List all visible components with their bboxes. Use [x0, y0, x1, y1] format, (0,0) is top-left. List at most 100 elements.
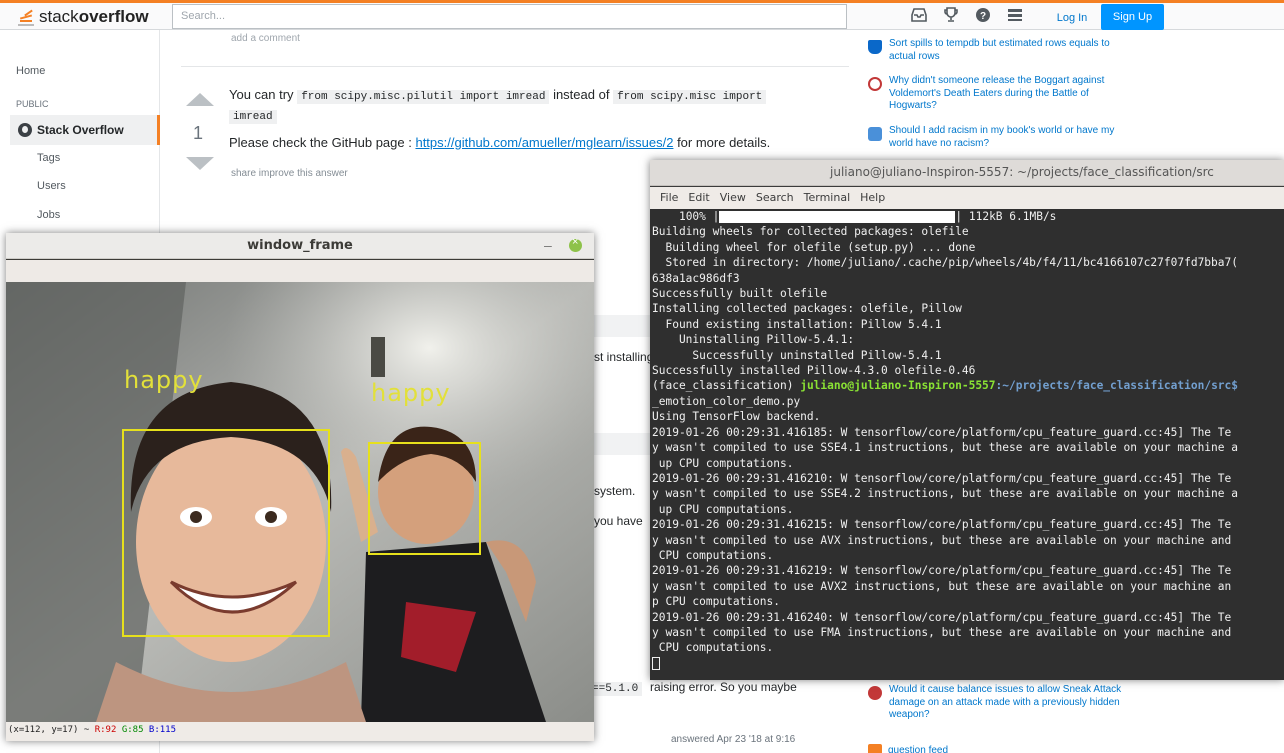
upvote-button[interactable] [186, 93, 214, 106]
face-bounding-box [122, 429, 330, 637]
achievements-icon[interactable] [942, 6, 960, 24]
menu-help[interactable]: Help [860, 191, 885, 205]
divider [181, 66, 849, 67]
question-feed-label: question feed [888, 744, 949, 753]
terminal-line: Stored in directory: /home/juliano/.cach… [652, 256, 1238, 270]
terminal-window[interactable]: juliano@juliano-Inspiron-5557: ~/project… [650, 160, 1284, 680]
window-frame[interactable]: window_frame – × happy happy (x=112, y=1… [6, 233, 594, 741]
terminal-line: Building wheels for collected packages: … [652, 225, 969, 239]
inbox-icon[interactable] [910, 6, 928, 24]
terminal-line: y wasn't compiled to use AVX instruction… [652, 533, 1232, 547]
add-comment-link[interactable]: add a comment [231, 33, 300, 44]
nav-home[interactable]: Home [16, 65, 45, 77]
terminal-output[interactable]: 100% | | 112kB 6.1MB/s Building wheels fo… [650, 209, 1284, 680]
terminal-line: 2019-01-26 00:29:31.416185: W tensorflow… [652, 425, 1232, 439]
pixel-blue: B:115 [148, 725, 177, 735]
search-input[interactable]: Search... [172, 4, 847, 29]
nav-users[interactable]: Users [37, 180, 66, 192]
terminal-line: y wasn't compiled to use AVX2 instructio… [652, 579, 1232, 593]
share-link[interactable]: share [231, 168, 256, 179]
menu-file[interactable]: File [660, 191, 678, 205]
terminal-line: CPU computations. [652, 548, 774, 562]
hot-question[interactable]: Would it cause balance issues to allow S… [868, 684, 1148, 722]
nav-jobs[interactable]: Jobs [37, 209, 60, 221]
terminal-line: Uninstalling Pillow-5.4.1: [652, 333, 855, 347]
prompt-line: (face_classification) juliano@juliano-In… [652, 378, 1284, 393]
emotion-label: happy [124, 366, 204, 394]
menu-view[interactable]: View [720, 191, 746, 205]
terminal-line: Found existing installation: Pillow 5.4.… [652, 317, 942, 331]
rpg-site-icon [868, 686, 882, 700]
minimize-button[interactable]: – [544, 237, 552, 253]
pixel-green: G:85 [121, 725, 144, 735]
terminal-line: 2019-01-26 00:29:31.416219: W tensorflow… [652, 564, 1232, 578]
window-frame-toolbar [6, 260, 594, 282]
prompt-path: :~/projects/face_classification/src$ [995, 379, 1239, 393]
progress-suffix: | 112kB 6.1MB/s [955, 210, 1057, 223]
partial-text: st installing [594, 350, 654, 364]
rss-icon [868, 744, 882, 753]
signup-button[interactable]: Sign Up [1101, 4, 1164, 30]
hot-question-title: Would it cause balance issues to allow S… [889, 684, 1122, 720]
terminal-line: 2019-01-26 00:29:31.416240: W tensorflow… [652, 610, 1232, 624]
terminal-menubar: File Edit View Search Terminal Help [650, 187, 1284, 209]
globe-icon [18, 123, 32, 137]
terminal-line: 638a1ac986df3 [652, 271, 740, 285]
downvote-button[interactable] [186, 157, 214, 170]
terminal-line: Successfully uninstalled Pillow-5.4.1 [652, 348, 942, 362]
partial-text: you have [594, 514, 643, 528]
svg-text:?: ? [980, 11, 986, 22]
hot-question[interactable]: Why didn't someone release the Boggart a… [868, 75, 1148, 113]
github-link[interactable]: https://github.com/amueller/mglearn/issu… [415, 135, 673, 150]
terminal-line: Installing collected packages: olefile, … [652, 302, 962, 316]
nav-stack-overflow-label: Stack Overflow [37, 123, 124, 137]
prompt-user: juliano@juliano-Inspiron-5557 [800, 379, 996, 393]
cursor-line [652, 656, 1284, 671]
pixel-coordinates: (x=112, y=17) ~ [8, 725, 90, 735]
post-menu: share improve this answer [231, 168, 348, 179]
terminal-line: 2019-01-26 00:29:31.416210: W tensorflow… [652, 471, 1232, 485]
answer-text-prefix: You can try [229, 87, 294, 102]
inline-code: from scipy.misc import [613, 90, 767, 104]
terminal-line: y wasn't compiled to use SSE4.2 instruct… [652, 487, 1238, 501]
terminal-line: up CPU computations. [652, 456, 794, 470]
progress-percent: 100% [678, 210, 706, 223]
improve-answer-link[interactable]: improve this answer [259, 168, 348, 179]
terminal-titlebar[interactable]: juliano@juliano-Inspiron-5557: ~/project… [650, 160, 1284, 186]
prompt-env: (face_classification) [652, 379, 794, 393]
answer-text-2: Please check the GitHub page : https://g… [229, 135, 770, 150]
stackoverflow-logo[interactable]: stackoverflow [16, 4, 149, 30]
terminal-line: up CPU computations. [652, 502, 794, 516]
terminal-line: y wasn't compiled to use SSE4.1 instruct… [652, 441, 1238, 455]
review-queue-icon[interactable] [1006, 6, 1024, 24]
terminal-line: Building wheel for olefile (setup.py) ..… [652, 240, 976, 254]
menu-edit[interactable]: Edit [688, 191, 709, 205]
terminal-line: Successfully built olefile [652, 287, 828, 301]
terminal-line: 2019-01-26 00:29:31.416215: W tensorflow… [652, 518, 1232, 532]
scifi-site-icon [868, 77, 882, 91]
menu-terminal[interactable]: Terminal [804, 191, 851, 205]
question-feed-link[interactable]: question feed [868, 744, 948, 753]
hot-question[interactable]: Should I add racism in my book's world o… [868, 125, 1148, 150]
logo-text-light: stack [39, 7, 79, 26]
login-link[interactable]: Log In [1048, 7, 1096, 29]
terminal-cursor [652, 657, 660, 671]
menu-search[interactable]: Search [756, 191, 794, 205]
face-bounding-box [368, 442, 481, 555]
hot-question[interactable]: Sort spills to tempdb but estimated rows… [868, 38, 1148, 63]
terminal-lines: Building wheels for collected packages: … [652, 224, 1284, 378]
nav-stack-overflow[interactable]: Stack Overflow [10, 115, 160, 145]
answer-text: You can try from scipy.misc.pilutil impo… [229, 86, 849, 126]
partial-text: system. [594, 484, 636, 498]
terminal-line: CPU computations. [652, 641, 774, 655]
terminal-line: Using TensorFlow backend. [652, 410, 821, 424]
worldbuilding-site-icon [868, 127, 882, 141]
top-bar: stackoverflow Search... ? Log In Sign Up [0, 0, 1284, 30]
window-frame-titlebar[interactable]: window_frame – [6, 233, 594, 259]
hot-question-title: Why didn't someone release the Boggart a… [889, 75, 1105, 111]
help-icon[interactable]: ? [974, 6, 992, 24]
nav-tags[interactable]: Tags [37, 152, 60, 164]
terminal-line: p CPU computations. [652, 595, 780, 609]
close-icon[interactable] [569, 236, 582, 252]
pixel-red: R:92 [94, 725, 117, 735]
